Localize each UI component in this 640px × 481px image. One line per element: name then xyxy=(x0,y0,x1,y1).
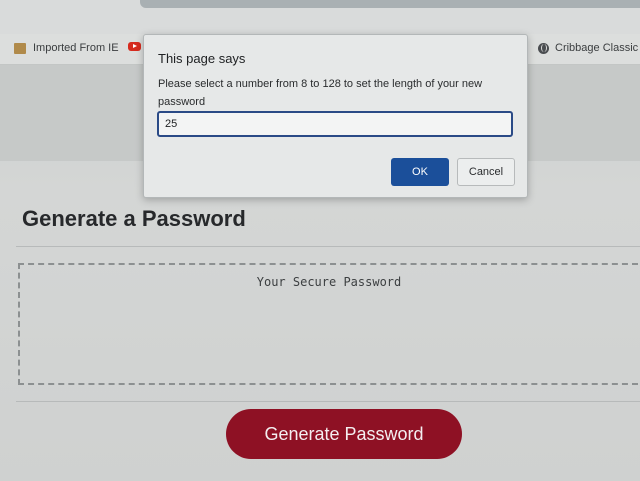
dialog-message: Please select a number from 8 to 128 to … xyxy=(158,78,483,108)
prompt-dialog: This page says Please select a number fr… xyxy=(143,34,528,198)
ok-button[interactable]: OK xyxy=(391,158,449,186)
browser-screen: Imported From IE s Cribbage Classic | Ge… xyxy=(0,0,640,481)
generate-password-button[interactable]: Generate Password xyxy=(226,409,462,459)
bookmark-youtube[interactable] xyxy=(128,42,141,51)
bookmark-cribbage-classic[interactable]: Cribbage Classic | xyxy=(538,42,640,54)
card-divider-bottom xyxy=(16,401,640,402)
page-title: Generate a Password xyxy=(22,206,246,231)
card-divider-top xyxy=(16,246,640,247)
password-output[interactable] xyxy=(18,263,638,385)
address-bar-edge xyxy=(140,0,640,8)
folder-icon xyxy=(14,42,26,54)
bookmark-label: Cribbage Classic | xyxy=(555,42,640,54)
dialog-title: This page says xyxy=(158,51,246,66)
globe-icon xyxy=(538,42,549,54)
bookmark-label: Imported From IE xyxy=(33,42,119,54)
browser-top-strip xyxy=(0,0,640,34)
cancel-button[interactable]: Cancel xyxy=(457,158,515,186)
youtube-icon xyxy=(128,42,141,51)
password-length-input[interactable] xyxy=(157,111,513,137)
bookmark-imported-from-ie[interactable]: Imported From IE xyxy=(14,42,119,54)
